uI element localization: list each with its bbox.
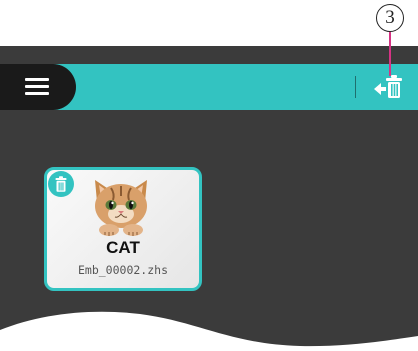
card-title: CAT bbox=[106, 238, 140, 257]
cat-embroidery-thumbnail bbox=[89, 176, 153, 238]
callout-number: 3 bbox=[376, 4, 404, 32]
back-delete-button[interactable] bbox=[364, 70, 408, 104]
toolbar-divider bbox=[355, 76, 356, 98]
back-arrow-trash-icon bbox=[374, 75, 402, 98]
card-delete-button[interactable] bbox=[48, 171, 74, 197]
torn-page-edge bbox=[0, 311, 418, 351]
callout-leader-line bbox=[389, 32, 391, 76]
trash-icon bbox=[55, 176, 67, 192]
card-filename: Emb_00002.zhs bbox=[77, 263, 168, 277]
menu-button[interactable] bbox=[0, 64, 76, 110]
